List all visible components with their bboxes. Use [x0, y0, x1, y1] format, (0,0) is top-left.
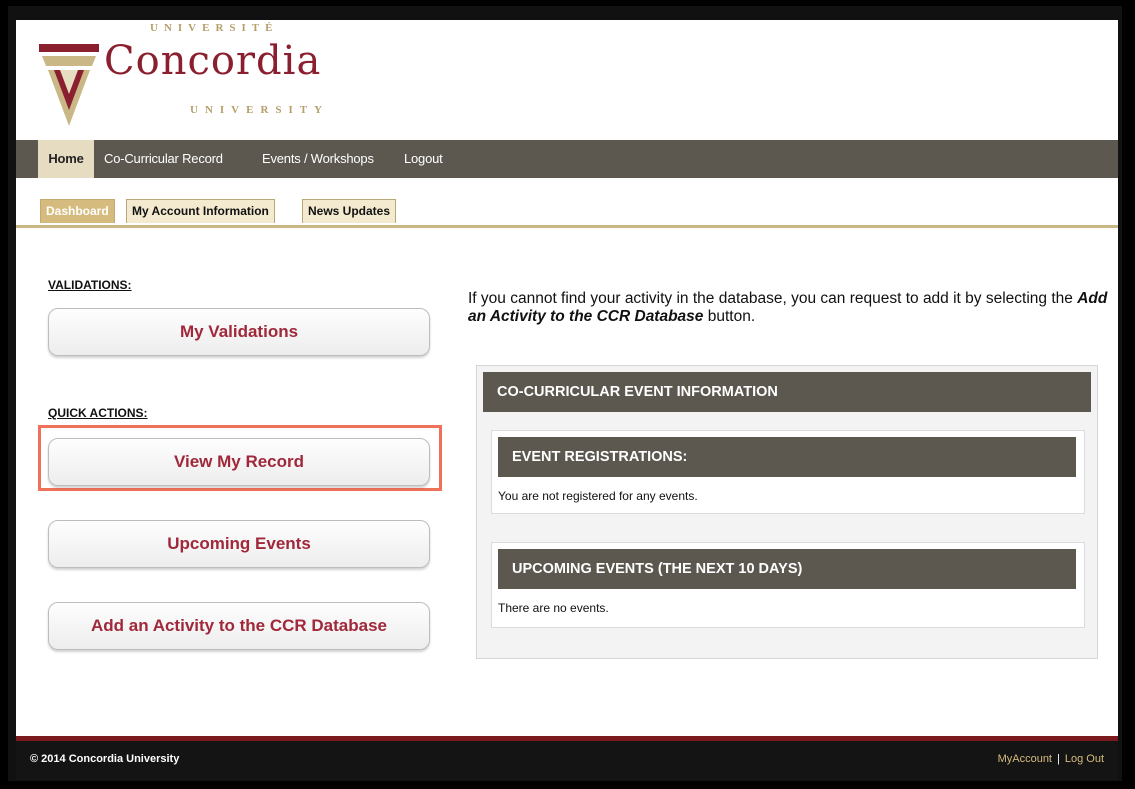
upcoming-events-button[interactable]: Upcoming Events — [48, 520, 430, 568]
footer-links: MyAccount | Log Out — [998, 753, 1104, 765]
tab-dashboard[interactable]: Dashboard — [40, 199, 115, 223]
footer-log-out-link[interactable]: Log Out — [1065, 753, 1104, 765]
logo-main-text: Concordia — [104, 38, 322, 84]
validations-label: VALIDATIONS: — [48, 278, 132, 292]
quick-actions-label: QUICK ACTIONS: — [48, 406, 148, 420]
upcoming-events-message: There are no events. — [498, 601, 609, 615]
nav-co-curricular-record[interactable]: Co-Curricular Record — [104, 140, 223, 178]
intro-prefix: If you cannot find your activity in the … — [468, 290, 1078, 307]
nav-home[interactable]: Home — [38, 140, 94, 178]
my-validations-button[interactable]: My Validations — [48, 308, 430, 356]
event-registrations-box: EVENT REGISTRATIONS: You are not registe… — [491, 430, 1085, 514]
event-info-header: CO-CURRICULAR EVENT INFORMATION — [483, 372, 1091, 412]
upcoming-events-header: UPCOMING EVENTS (THE NEXT 10 DAYS) — [498, 549, 1076, 589]
copyright-text: © 2014 Concordia University — [30, 753, 180, 765]
event-registrations-message: You are not registered for any events. — [498, 489, 698, 503]
concordia-logo[interactable]: UNIVERSITÉ Concordia UNIVERSITY — [34, 20, 364, 130]
event-registrations-header: EVENT REGISTRATIONS: — [498, 437, 1076, 477]
footer-my-account-link[interactable]: MyAccount — [998, 753, 1052, 765]
logo-bottom-text: UNIVERSITY — [190, 104, 330, 116]
site-footer: © 2014 Concordia University MyAccount | Lo… — [16, 736, 1118, 780]
tab-news-updates[interactable]: News Updates — [302, 199, 397, 223]
site-header: UNIVERSITÉ Concordia UNIVERSITY — [16, 20, 1118, 140]
nav-logout[interactable]: Logout — [404, 140, 443, 178]
page-window: UNIVERSITÉ Concordia UNIVERSITY Home Co-… — [16, 20, 1118, 780]
tab-my-account-information[interactable]: My Account Information — [126, 199, 275, 223]
tab-bar: Dashboard My Account Information News Up… — [16, 195, 1118, 228]
nav-events-workshops[interactable]: Events / Workshops — [262, 140, 374, 178]
intro-suffix: button. — [703, 308, 756, 325]
event-info-panel: CO-CURRICULAR EVENT INFORMATION EVENT RE… — [476, 365, 1098, 659]
crest-icon — [39, 44, 99, 126]
intro-text: If you cannot find your activity in the … — [468, 290, 1108, 326]
footer-separator: | — [1057, 753, 1060, 765]
view-my-record-button[interactable]: View My Record — [48, 438, 430, 486]
logo-top-text: UNIVERSITÉ — [150, 22, 279, 34]
main-nav: Home Co-Curricular Record Events / Works… — [16, 140, 1118, 178]
upcoming-events-box: UPCOMING EVENTS (THE NEXT 10 DAYS) There… — [491, 542, 1085, 628]
add-activity-button[interactable]: Add an Activity to the CCR Database — [48, 602, 430, 650]
